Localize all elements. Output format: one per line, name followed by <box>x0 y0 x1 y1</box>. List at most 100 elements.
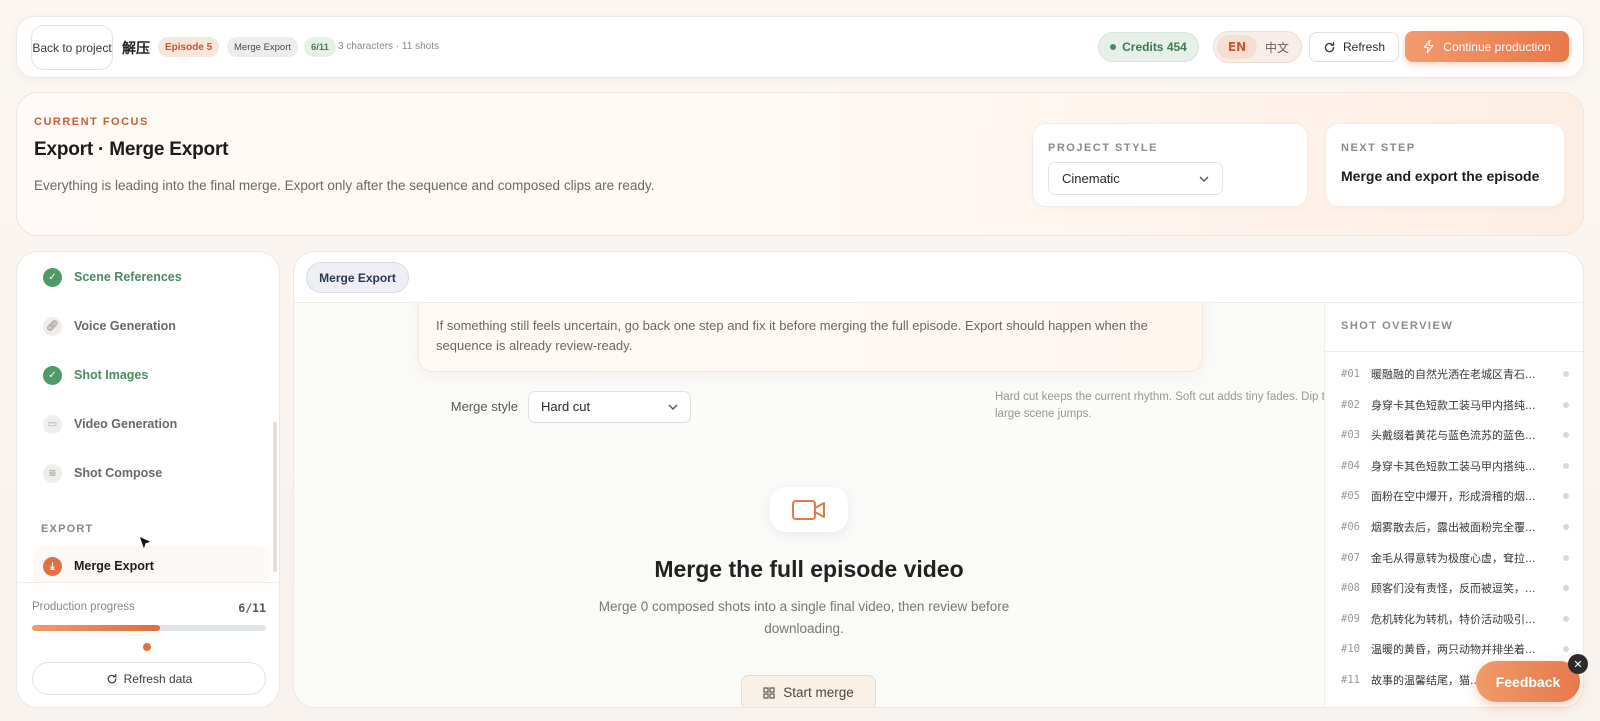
shot-row[interactable]: #10 温暖的黄昏，两只动物并排坐着... <box>1341 639 1577 659</box>
tab-merge-export[interactable]: Merge Export <box>306 262 409 293</box>
shot-number: #03 <box>1341 429 1360 442</box>
video-icon: ▭ <box>43 414 62 434</box>
progress-indicator-dot <box>143 643 151 651</box>
focus-description: Everything is leading into the final mer… <box>34 178 655 193</box>
sidebar-item-voice-generation[interactable]: 🔗︎ Voice Generation <box>43 314 176 338</box>
refresh-label: Refresh <box>1342 40 1386 54</box>
shot-status-dot <box>1563 615 1569 622</box>
progress-section: Production progress 6/11 Refresh data <box>17 582 279 707</box>
shot-number: #02 <box>1341 398 1360 411</box>
shot-status-dot <box>1563 554 1569 561</box>
merge-style-label: Merge style <box>450 399 518 414</box>
empty-state-description: Merge 0 composed shots into a single fin… <box>598 599 1010 636</box>
project-style-label: PROJECT STYLE <box>1048 142 1158 154</box>
focus-eyebrow: CURRENT FOCUS <box>34 116 149 128</box>
shot-row[interactable]: #04 身穿卡其色短款工装马甲内搭纯... <box>1341 456 1577 476</box>
sidebar-item-merge-export[interactable]: ⤓ Merge Export <box>33 546 269 586</box>
sidebar-item-label: Merge Export <box>74 559 154 573</box>
next-step-label: NEXT STEP <box>1341 142 1416 154</box>
sidebar-item-shot-images[interactable]: ✓ Shot Images <box>43 363 148 387</box>
shot-row[interactable]: #09 危机转化为转机，特价活动吸引... <box>1341 609 1577 629</box>
sidebar-item-scene-references[interactable]: ✓ Scene References <box>43 265 182 289</box>
shot-overview-panel: SHOT OVERVIEW #01 暖融融的自然光洒在老城区青石... #02 身穿卡… <box>1324 303 1583 707</box>
continue-production-button[interactable]: Continue production <box>1405 31 1569 62</box>
shot-row[interactable]: #05 面粉在空中爆开，形成滑稽的烟... <box>1341 486 1577 506</box>
refresh-button[interactable]: Refresh <box>1309 32 1399 62</box>
project-name: 解压 <box>122 41 150 57</box>
progress-bar <box>32 625 266 631</box>
progress-label: Production progress <box>32 601 135 613</box>
shot-description: 温暖的黄昏，两只动物并排坐着... <box>1371 643 1536 657</box>
merge-style-select[interactable]: Hard cut <box>528 390 691 423</box>
current-focus-panel: CURRENT FOCUS Export · Merge Export Ever… <box>16 92 1584 236</box>
shot-description: 身穿卡其色短款工装马甲内搭纯... <box>1371 459 1536 473</box>
shot-description: 顾客们没有责怪，反而被逗笑，... <box>1371 582 1536 596</box>
project-style-select[interactable]: Cinematic <box>1048 162 1223 195</box>
shot-number: #10 <box>1341 643 1360 656</box>
shot-description: 身穿卡其色短款工装马甲内搭纯... <box>1371 398 1536 412</box>
hint-card: If something still feels uncertain, go b… <box>418 303 1203 372</box>
shot-number: #08 <box>1341 582 1360 595</box>
shot-row[interactable]: #08 顾客们没有责怪，反而被逗笑，... <box>1341 578 1577 598</box>
shot-number: #11 <box>1341 674 1360 686</box>
sidebar-item-label: Video Generation <box>74 417 178 431</box>
hint-text: If something still feels uncertain, go b… <box>436 318 1148 353</box>
shot-description: 危机转化为转机，特价活动吸引... <box>1371 612 1536 626</box>
lang-zh-option[interactable]: 中文 <box>1257 35 1297 59</box>
video-camera-icon <box>770 487 848 532</box>
shot-number: #05 <box>1341 490 1360 503</box>
layers-icon: ≋ <box>43 463 62 483</box>
sidebar-item-label: Scene References <box>74 270 182 284</box>
shot-status-dot <box>1563 401 1569 408</box>
merge-style-value: Hard cut <box>541 399 591 414</box>
progress-count: 6/11 <box>238 601 266 615</box>
shot-number: #04 <box>1341 459 1360 472</box>
shot-status-dot <box>1563 524 1569 530</box>
episode-badge: Episode 5 <box>158 37 220 57</box>
shot-status-dot <box>1563 493 1569 500</box>
link-icon: 🔗︎ <box>43 316 62 336</box>
sidebar-item-label: Shot Images <box>74 368 149 382</box>
feedback-button[interactable]: Feedback <box>1476 661 1580 702</box>
shot-description: 烟雾散去后，露出被面粉完全覆... <box>1371 521 1536 534</box>
start-merge-button[interactable]: Start merge <box>741 675 876 707</box>
mouse-cursor-icon <box>138 535 154 552</box>
shot-row[interactable]: #01 暖融融的自然光洒在老城区青石... <box>1341 364 1577 384</box>
shot-number: #09 <box>1341 612 1360 625</box>
close-icon[interactable]: ✕ <box>1568 654 1588 674</box>
shot-status-dot <box>1563 462 1569 469</box>
merge-style-help: Hard cut keeps the current rhythm. Soft … <box>995 391 1324 420</box>
focus-title: Export · Merge Export <box>34 139 229 160</box>
merge-style-row: Merge style Hard cut <box>446 390 691 423</box>
shot-description: 金毛从得意转为极度心虚，耷拉... <box>1371 551 1536 565</box>
credits-badge: Credits 454 <box>1098 32 1199 62</box>
sidebar-item-label: Voice Generation <box>74 319 176 333</box>
chevron-down-icon <box>1199 176 1209 182</box>
check-icon: ✓ <box>43 267 62 287</box>
next-step-value: Merge and export the episode <box>1341 168 1540 184</box>
lightning-icon <box>1424 40 1434 53</box>
shot-row[interactable]: #07 金毛从得意转为极度心虚，耷拉... <box>1341 548 1577 568</box>
merge-content: If something still feels uncertain, go b… <box>294 303 1324 707</box>
shot-row[interactable]: #06 烟雾散去后，露出被面粉完全覆... <box>1341 517 1577 537</box>
shot-row[interactable]: #03 头戴缀着黄花与蓝色流苏的蓝色... <box>1341 425 1577 445</box>
project-meta: 3 characters · 11 shots <box>338 41 439 52</box>
refresh-data-button[interactable]: Refresh data <box>32 662 266 695</box>
divider <box>1325 351 1583 352</box>
back-to-project-button[interactable]: Back to project <box>31 25 113 70</box>
shot-row[interactable]: #02 身穿卡其色短款工装马甲内搭纯... <box>1341 395 1577 415</box>
sidebar-item-shot-compose[interactable]: ≋ Shot Compose <box>43 461 162 485</box>
project-style-value: Cinematic <box>1062 171 1120 186</box>
sidebar-scrollbar[interactable] <box>273 422 277 572</box>
empty-state-title: Merge the full episode video <box>654 556 964 582</box>
check-icon: ✓ <box>43 365 62 385</box>
continue-label: Continue production <box>1443 39 1551 54</box>
lang-en-option[interactable]: EN <box>1217 35 1257 59</box>
start-merge-label: Start merge <box>783 685 854 700</box>
current-step-badge: Merge Export <box>227 37 299 57</box>
shot-number: #07 <box>1341 551 1360 564</box>
shot-description: 面粉在空中爆开，形成滑稽的烟... <box>1371 490 1536 504</box>
sidebar-item-video-generation[interactable]: ▭ Video Generation <box>43 412 177 436</box>
main-panel: Merge Export If something still feels un… <box>293 251 1584 708</box>
shot-description: 暖融融的自然光洒在老城区青石... <box>1371 368 1536 381</box>
